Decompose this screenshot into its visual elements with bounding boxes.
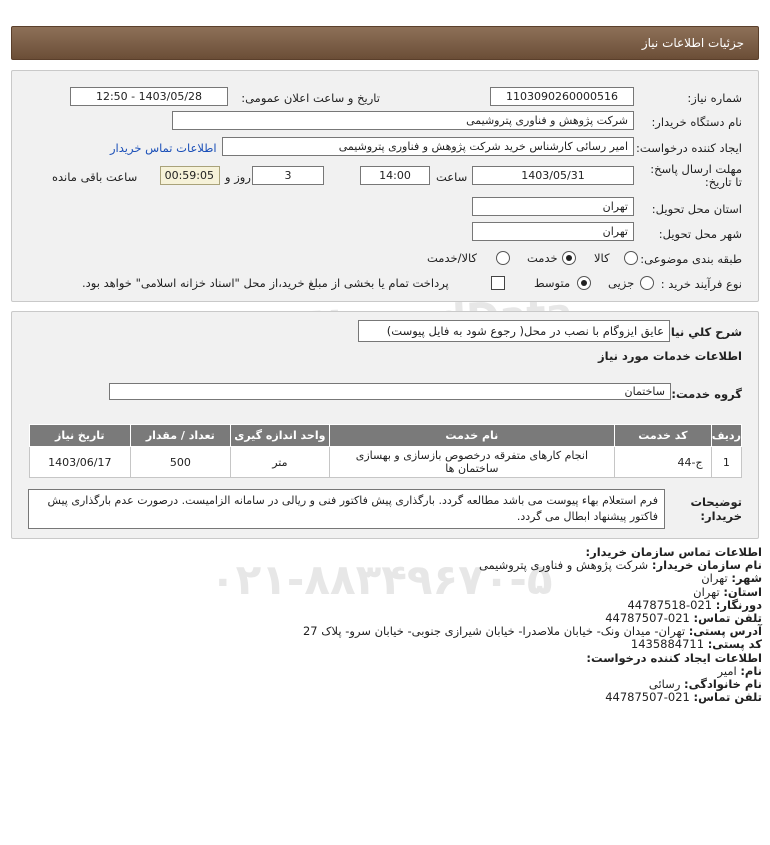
- process-minor-radio[interactable]: [640, 276, 654, 290]
- contact-postal: 1435884711: [630, 637, 705, 652]
- deadline-label: مهلت ارسال پاسخ: تا تاریخ:: [650, 162, 742, 189]
- buyer-notes-field: فرم استعلام بهاء پیوست می باشد مطالعه گر…: [28, 489, 665, 529]
- contact-org: شرکت پژوهش و فناوری پتروشیمی: [478, 558, 649, 573]
- contact-city-label: شهر:: [731, 571, 762, 586]
- creator-field[interactable]: امیر رسائی کارشناس خرید شرکت پژوهش و فنا…: [222, 137, 634, 156]
- col-code-header: کد خدمت: [614, 424, 712, 447]
- contact-phone: 021-44787507: [605, 611, 690, 626]
- cell-date: 1403/06/17: [29, 446, 131, 478]
- process-medium-radio[interactable]: [577, 276, 591, 290]
- category-goods-service-radio[interactable]: [496, 251, 510, 265]
- creator-name: امیر: [717, 663, 737, 678]
- process-minor-label: جزیی: [608, 276, 635, 290]
- category-service-radio[interactable]: [562, 251, 576, 265]
- remaining-time-label: ساعت باقی مانده: [52, 170, 138, 184]
- buyer-notes-label: توضیحات خریدار:: [690, 495, 743, 523]
- contact-postal-line: کد پستی: 1435884711: [12, 638, 762, 651]
- creator-phone-line: تلفن تماس: 021-44787507: [12, 691, 762, 704]
- category-goods-service-label: کالا/خدمت: [427, 251, 478, 265]
- creator-phone-label: تلفن تماس:: [693, 690, 762, 705]
- remaining-time-field: 00:59:05: [160, 166, 220, 185]
- need-number-field[interactable]: 1103090260000516: [490, 87, 634, 106]
- contact-postal-label: کد پستی:: [707, 637, 762, 652]
- contact-org-line: نام سازمان خریدار: شرکت پژوهش و فناوری پ…: [12, 559, 762, 572]
- services-heading: اطلاعات خدمات مورد نیاز: [598, 349, 742, 363]
- contact-city: تهران: [701, 571, 728, 586]
- table-header-row: ردیف کد خدمت نام خدمت واحد اندازه گیری ت…: [29, 424, 743, 447]
- contact-address-label: آدرس پستی:: [688, 624, 762, 639]
- creator-family-label: نام خانوادگی:: [684, 677, 762, 692]
- cell-unit: متر: [230, 446, 330, 478]
- contact-org-label: نام سازمان خریدار:: [651, 558, 762, 573]
- contact-phone-label: تلفن تماس:: [693, 611, 762, 626]
- contact-address: تهران- میدان ونک- خیابان ملاصدرا- خیابان…: [302, 624, 686, 639]
- city-label: شهر محل تحویل:: [658, 227, 742, 241]
- service-group-field[interactable]: ساختمان: [109, 383, 671, 400]
- cell-qty: 500: [129, 446, 232, 478]
- contact-province: تهران: [693, 584, 720, 599]
- province-label: استان محل تحویل:: [651, 202, 742, 216]
- buyer-org-label: نام دستگاه خریدار:: [651, 115, 742, 129]
- province-field[interactable]: تهران: [472, 197, 634, 216]
- buyer-contact-link[interactable]: اطلاعات تماس خریدار: [110, 141, 217, 155]
- contact-city-line: شهر: تهران: [12, 572, 762, 585]
- cell-row: 1: [710, 446, 743, 478]
- category-goods-radio[interactable]: [624, 251, 638, 265]
- days-field[interactable]: 3: [252, 166, 324, 185]
- treasury-payment-label: پرداخت تمام یا بخشی از مبلغ خرید،از محل …: [82, 276, 449, 290]
- announce-date-field[interactable]: 1403/05/28 - 12:50: [70, 87, 228, 106]
- contact-section: اطلاعات تماس سازمان خریدار: نام سازمان خ…: [12, 545, 762, 704]
- col-row-header: ردیف: [710, 424, 743, 447]
- deadline-date-field[interactable]: 1403/05/31: [472, 166, 634, 185]
- category-service-label: خدمت: [527, 251, 558, 265]
- need-number-label: شماره نیاز:: [687, 91, 742, 105]
- time-label: ساعت: [436, 170, 468, 184]
- contact-province-label: استان:: [723, 584, 762, 599]
- treasury-payment-checkbox[interactable]: [491, 276, 505, 290]
- creator-family: رسائی: [648, 677, 681, 692]
- page-title: جزئیات اطلاعات نیاز: [641, 36, 744, 50]
- description-label: شرح کلي نياز:: [659, 325, 742, 339]
- category-goods-label: کالا: [594, 251, 610, 265]
- col-date-header: تاریخ نیاز: [29, 424, 131, 447]
- deadline-time-field[interactable]: 14:00: [360, 166, 430, 185]
- category-label: طبقه بندی موضوعی:: [640, 252, 742, 266]
- creator-phone: 021-44787507: [605, 690, 690, 705]
- creator-label: ایجاد کننده درخواست:: [636, 141, 742, 155]
- cell-code: ج-44: [614, 446, 712, 478]
- services-table: ردیف کد خدمت نام خدمت واحد اندازه گیری ت…: [29, 424, 743, 478]
- col-qty-header: تعداد / مقدار: [129, 424, 232, 447]
- process-label: نوع فرآیند خرید :: [660, 277, 742, 291]
- buyer-org-field[interactable]: شرکت پژوهش و فناوری پتروشیمی: [172, 111, 634, 130]
- cell-name: انجام کارهای متفرقه درخصوص بازسازی و بهس…: [328, 446, 616, 478]
- need-details-panel: شرح کلي نياز: عایق ایزوگام با نصب در محل…: [11, 311, 759, 539]
- service-group-label: گروه خدمت:: [671, 387, 742, 401]
- description-field[interactable]: عایق ایزوگام با نصب در محل( رجوع شود به …: [358, 320, 670, 342]
- page-title-bar: جزئیات اطلاعات نیاز: [11, 26, 759, 60]
- col-unit-header: واحد اندازه گیری: [230, 424, 330, 447]
- contact-fax: 021-44787518: [627, 597, 713, 612]
- city-field[interactable]: تهران: [472, 222, 634, 241]
- table-row[interactable]: 1 ج-44 انجام کارهای متفرقه درخصوص بازساز…: [29, 446, 743, 478]
- creator-name-label: نام:: [740, 663, 762, 678]
- col-name-header: نام خدمت: [328, 424, 616, 447]
- creator-info-heading: اطلاعات ایجاد کننده درخواست:: [586, 650, 762, 665]
- announce-date-label: تاریخ و ساعت اعلان عمومی:: [241, 91, 380, 105]
- process-medium-label: متوسط: [534, 276, 571, 290]
- days-label: روز و: [225, 170, 251, 184]
- contact-fax-label: دورنگار:: [715, 597, 762, 612]
- need-info-panel: شماره نیاز: 1103090260000516 تاریخ و ساع…: [11, 70, 759, 302]
